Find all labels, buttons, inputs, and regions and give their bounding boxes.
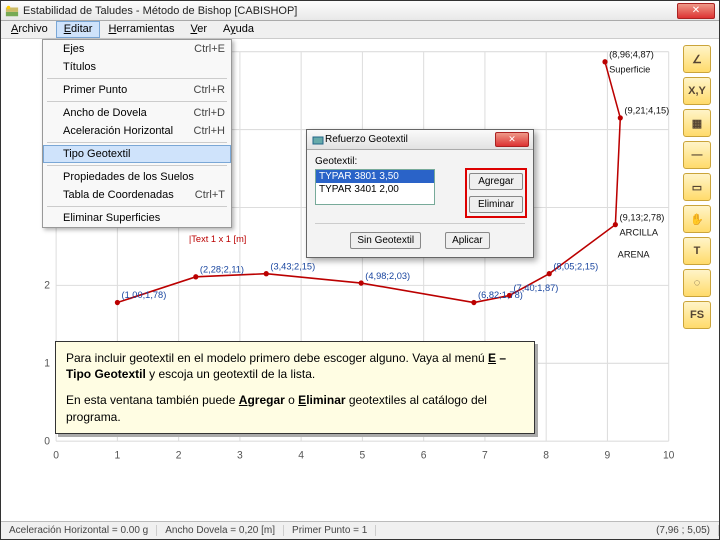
svg-text:5: 5 xyxy=(360,449,366,461)
add-button[interactable]: Agregar xyxy=(469,173,523,190)
menubar: ArchivoEditarHerramientasVerAyuda xyxy=(1,21,719,39)
svg-text:(1,00;1,78): (1,00;1,78) xyxy=(122,290,167,301)
svg-text:(8,96;4,87): (8,96;4,87) xyxy=(609,49,654,60)
list-item[interactable]: TYPAR 3801 3,50 xyxy=(316,170,434,183)
right-toolstrip: ∠ X,Y ▦ — ▭ ✋ T ◌ FS xyxy=(683,45,713,329)
svg-text:(7,40;1,87): (7,40;1,87) xyxy=(514,283,559,294)
window-title: Estabilidad de Taludes - Método de Bisho… xyxy=(23,5,677,17)
rect-icon[interactable]: ▭ xyxy=(683,173,711,201)
window-close-button[interactable]: ✕ xyxy=(677,3,715,19)
menuitem-propiedades-de-los-suelos[interactable]: Propiedades de los Suelos xyxy=(43,168,231,186)
svg-text:1: 1 xyxy=(115,449,121,461)
dialog-icon xyxy=(311,133,325,147)
menuitem-eliminar-superficies[interactable]: Eliminar Superficies xyxy=(43,209,231,227)
menuitem-ejes[interactable]: EjesCtrl+E xyxy=(43,40,231,58)
svg-text:4: 4 xyxy=(298,449,304,461)
help-callout: Para incluir geotextil en el modelo prim… xyxy=(55,341,535,434)
no-geotextile-button[interactable]: Sin Geotextil xyxy=(350,232,421,249)
geotextile-dialog: Refuerzo Geotextil ✕ Geotextil: TYPAR 38… xyxy=(306,129,534,258)
svg-text:0: 0 xyxy=(53,449,59,461)
dialog-close-button[interactable]: ✕ xyxy=(495,132,529,147)
app-icon xyxy=(5,4,19,18)
svg-text:(9,13;2,78): (9,13;2,78) xyxy=(620,212,665,223)
list-label: Geotextil: xyxy=(315,156,525,167)
svg-text:8: 8 xyxy=(543,449,549,461)
svg-text:(8,05;2,15): (8,05;2,15) xyxy=(553,261,598,272)
tip-paragraph-2: En esta ventana también puede Agregar o … xyxy=(66,392,524,424)
svg-text:|Text 1 x 1 [m]: |Text 1 x 1 [m] xyxy=(189,234,246,245)
hand-icon[interactable]: ✋ xyxy=(683,205,711,233)
remove-button[interactable]: Eliminar xyxy=(469,196,523,213)
svg-text:0: 0 xyxy=(44,435,50,447)
svg-text:(2,28;2,11): (2,28;2,11) xyxy=(200,264,244,275)
svg-text:(9,21;4,15): (9,21;4,15) xyxy=(624,105,669,116)
svg-text:3: 3 xyxy=(237,449,243,461)
svg-text:2: 2 xyxy=(176,449,182,461)
editar-dropdown: EjesCtrl+ETítulos Primer PuntoCtrl+R Ancho… xyxy=(42,39,232,228)
menu-editar[interactable]: Editar xyxy=(56,21,101,38)
menuitem-tipo-geotextil[interactable]: Tipo Geotextil xyxy=(43,145,231,163)
svg-text:9: 9 xyxy=(605,449,611,461)
text-icon[interactable]: T xyxy=(683,237,711,265)
dash-icon[interactable]: — xyxy=(683,141,711,169)
svg-text:2: 2 xyxy=(44,279,50,291)
menu-ayuda[interactable]: Ayuda xyxy=(215,21,262,38)
apply-button[interactable]: Aplicar xyxy=(445,232,490,249)
svg-text:ARENA: ARENA xyxy=(618,250,651,261)
menuitem-títulos[interactable]: Títulos xyxy=(43,58,231,76)
add-remove-group: Agregar Eliminar xyxy=(465,168,527,218)
menu-archivo[interactable]: Archivo xyxy=(3,21,56,38)
svg-text:1: 1 xyxy=(44,357,50,369)
menu-herramientas[interactable]: Herramientas xyxy=(100,21,182,38)
svg-text:(4,98;2,03): (4,98;2,03) xyxy=(365,271,410,282)
tip-paragraph-1: Para incluir geotextil en el modelo prim… xyxy=(66,350,524,382)
fs-icon[interactable]: FS xyxy=(683,301,711,329)
svg-text:10: 10 xyxy=(663,449,675,461)
status-dovela: Ancho Dovela = 0,20 [m] xyxy=(157,525,284,536)
menuitem-ancho-de-dovela[interactable]: Ancho de DovelaCtrl+D xyxy=(43,104,231,122)
menuitem-aceleración-horizontal[interactable]: Aceleración HorizontalCtrl+H xyxy=(43,122,231,140)
svg-text:(3,43;2,15): (3,43;2,15) xyxy=(270,261,315,272)
svg-text:Superficie: Superficie xyxy=(609,64,650,75)
geotextile-listbox[interactable]: TYPAR 3801 3,50TYPAR 3401 2,00 xyxy=(315,169,435,205)
svg-text:7: 7 xyxy=(482,449,488,461)
dialog-title: Refuerzo Geotextil xyxy=(325,134,495,145)
angle-icon[interactable]: ∠ xyxy=(683,45,711,73)
wall-icon[interactable]: ▦ xyxy=(683,109,711,137)
list-item[interactable]: TYPAR 3401 2,00 xyxy=(316,183,434,196)
svg-text:ARCILLA: ARCILLA xyxy=(620,227,659,238)
status-accel: Aceleración Horizontal = 0.00 g xyxy=(1,525,157,536)
dialog-titlebar: Refuerzo Geotextil ✕ xyxy=(307,130,533,150)
statusbar: Aceleración Horizontal = 0.00 g Ancho Do… xyxy=(1,521,719,539)
window-titlebar: Estabilidad de Taludes - Método de Bisho… xyxy=(1,1,719,21)
status-primer: Primer Punto = 1 xyxy=(284,525,376,536)
circles-icon[interactable]: ◌ xyxy=(683,269,711,297)
menuitem-primer-punto[interactable]: Primer PuntoCtrl+R xyxy=(43,81,231,99)
svg-text:6: 6 xyxy=(421,449,427,461)
status-coord: (7,96 ; 5,05) xyxy=(648,525,719,536)
menu-ver[interactable]: Ver xyxy=(182,21,215,38)
menuitem-tabla-de-coordenadas[interactable]: Tabla de CoordenadasCtrl+T xyxy=(43,186,231,204)
coords-icon[interactable]: X,Y xyxy=(683,77,711,105)
